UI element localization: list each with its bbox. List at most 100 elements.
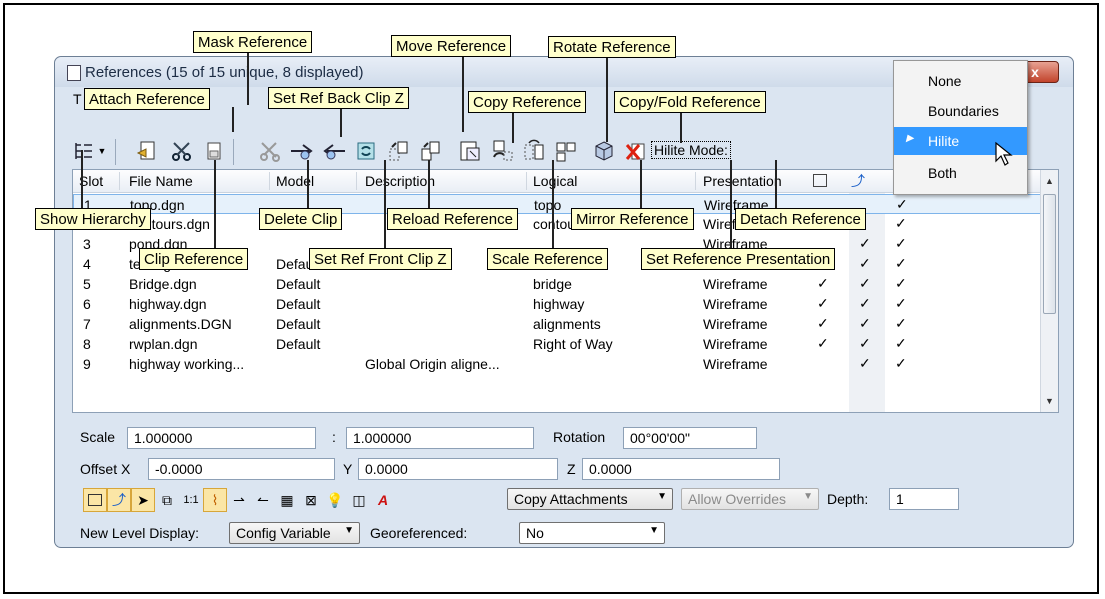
hierarchy-dropdown[interactable]: ▼ (95, 138, 109, 164)
presentation-icon (595, 141, 613, 161)
snap-column-icon[interactable]: ⤴ (851, 171, 865, 191)
callout-mask-reference: Mask Reference (193, 31, 313, 53)
check-snap[interactable]: ✓ (859, 275, 871, 292)
callout-set-reference-presentation: Set Reference Presentation (641, 248, 836, 270)
menu-item-boundaries[interactable]: Boundaries (894, 97, 1027, 125)
check-display[interactable]: ✓ (817, 295, 829, 312)
new-level-display-select[interactable]: Config Variable ▼ (229, 522, 360, 544)
table-row[interactable]: 6 highway.dgn Default highway Wireframe ✓ ✓ ✓ (73, 294, 1041, 314)
check-snap[interactable]: ✓ (859, 235, 871, 252)
show-hierarchy-button[interactable] (71, 138, 97, 164)
display-column-icon[interactable] (813, 174, 827, 187)
clip-front-toggle[interactable]: ↼ (251, 488, 275, 512)
ignore-attachments-toggle[interactable]: ⇀ (227, 488, 251, 512)
treat-as-element-toggle[interactable]: ⧉ (155, 488, 179, 512)
true-scale-toggle[interactable]: 1:1 (179, 488, 203, 512)
column-header-file-name[interactable]: File Name (129, 173, 193, 189)
set-ref-back-clip-z-button[interactable] (289, 138, 315, 164)
copy-attachments-select[interactable]: Copy Attachments ▼ (507, 488, 673, 510)
detach-reference-button[interactable] (623, 138, 649, 164)
raster-toggle[interactable]: ⊠ (299, 488, 323, 512)
column-header-presentation[interactable]: Presentation (703, 173, 782, 189)
check-locate[interactable]: ✓ (895, 235, 907, 252)
check-locate[interactable]: ✓ (895, 215, 907, 232)
display-icon (88, 494, 102, 506)
hilite-mode-label[interactable]: Hilite Mode: (651, 141, 731, 159)
menu-tools[interactable]: T (73, 91, 82, 107)
reload-reference-button[interactable] (353, 138, 379, 164)
georeferenced-select[interactable]: No ▼ (519, 522, 665, 544)
copy-reference-button[interactable] (417, 138, 443, 164)
window-title: References (15 of 15 unique, 8 displayed… (85, 64, 364, 81)
menu-item-none[interactable]: None (894, 67, 1027, 95)
move-reference-button[interactable] (385, 138, 411, 164)
cell-logical: bridge (533, 276, 572, 292)
check-display[interactable]: ✓ (817, 315, 829, 332)
locate-toggle[interactable]: ➤ (131, 488, 155, 512)
set-ref-front-clip-z-button[interactable] (321, 138, 347, 164)
scroll-up-icon[interactable]: ▲ (1045, 176, 1054, 186)
cell-file-name: rwplan.dgn (129, 336, 198, 352)
georeferenced-value: No (526, 525, 544, 541)
level-override-toggle[interactable]: ◫ (347, 488, 371, 512)
table-row[interactable]: 5 Bridge.dgn Default bridge Wireframe ✓ ✓ ✓ (73, 274, 1041, 294)
leader-line (428, 160, 430, 214)
allow-overrides-select[interactable]: Allow Overrides ▼ (681, 488, 819, 510)
mirror-reference-button[interactable] (521, 138, 547, 164)
callout-clip-reference: Clip Reference (139, 248, 249, 270)
offset-x-label: Offset X (80, 461, 131, 477)
rotation-input[interactable]: 00°00'00" (623, 427, 757, 449)
table-row[interactable]: 2contours.dgncontoursWireframe✓ (73, 214, 1041, 234)
scale-reference-button[interactable] (457, 138, 483, 164)
scale-left-input[interactable]: 1.000000 (127, 427, 316, 449)
check-snap[interactable]: ✓ (859, 315, 871, 332)
display-toggle[interactable] (83, 488, 107, 512)
check-snap[interactable]: ✓ (859, 335, 871, 352)
scroll-thumb[interactable] (1043, 194, 1056, 314)
table-row[interactable]: 9 highway working... Global Origin aligne.… (73, 354, 1041, 374)
copy-fold-reference-button[interactable] (553, 138, 579, 164)
reload-icon (357, 142, 375, 160)
check-display[interactable]: ✓ (817, 275, 829, 292)
check-snap[interactable]: ✓ (859, 295, 871, 312)
scale-right-input[interactable]: 1.000000 (346, 427, 534, 449)
check-display[interactable]: ✓ (817, 335, 829, 352)
cell-logical: alignments (533, 316, 601, 332)
clip-front-icon: ↼ (257, 491, 269, 508)
check-snap[interactable]: ✓ (859, 255, 871, 272)
depth-input[interactable]: 1 (889, 488, 959, 510)
check-snap[interactable]: ✓ (859, 355, 871, 372)
offset-x-input[interactable]: -0.0000 (148, 458, 335, 480)
cell-slot: 7 (83, 316, 91, 332)
font-override-toggle[interactable]: A (371, 488, 395, 512)
scale-line-styles-toggle[interactable]: ⌇ (203, 488, 227, 512)
column-header-description[interactable]: Description (365, 173, 435, 189)
check-locate[interactable]: ✓ (895, 255, 907, 272)
toolbar-separator (115, 139, 116, 165)
check-locate[interactable]: ✓ (896, 196, 908, 213)
settings-icon-strip: ⤴ ➤ ⧉ 1:1 ⌇ ⇀ ↼ ▦ ⊠ 💡 ◫ A (83, 488, 503, 512)
table-scrollbar[interactable]: ▲ ▼ (1040, 170, 1058, 412)
check-locate[interactable]: ✓ (895, 355, 907, 372)
use-lights-toggle[interactable]: ▦ (275, 488, 299, 512)
column-header-logical[interactable]: Logical (533, 173, 577, 189)
lights-toggle[interactable]: 💡 (323, 488, 347, 512)
delete-clip-button[interactable] (257, 138, 283, 164)
set-reference-presentation-button[interactable] (591, 138, 617, 164)
table-row[interactable]: 7 alignments.DGN Default alignments Wirefram… (73, 314, 1041, 334)
check-locate[interactable]: ✓ (895, 315, 907, 332)
check-locate[interactable]: ✓ (895, 275, 907, 292)
check-locate[interactable]: ✓ (895, 295, 907, 312)
scroll-down-icon[interactable]: ▼ (1045, 396, 1054, 406)
leader-line (640, 160, 642, 214)
attach-reference-button[interactable] (135, 138, 161, 164)
leader-line (606, 52, 608, 142)
clip-reference-button[interactable] (169, 138, 195, 164)
offset-z-input[interactable]: 0.0000 (582, 458, 780, 480)
depth-label: Depth: (827, 491, 869, 507)
snap-toggle[interactable]: ⤴ (107, 488, 131, 512)
table-row[interactable]: 8 rwplan.dgn Default Right of Way Wireframe ✓… (73, 334, 1041, 354)
offset-y-input[interactable]: 0.0000 (358, 458, 558, 480)
check-locate[interactable]: ✓ (895, 335, 907, 352)
table-row[interactable]: 1 topo.dgn topo Wireframe ✓ (73, 194, 1041, 214)
